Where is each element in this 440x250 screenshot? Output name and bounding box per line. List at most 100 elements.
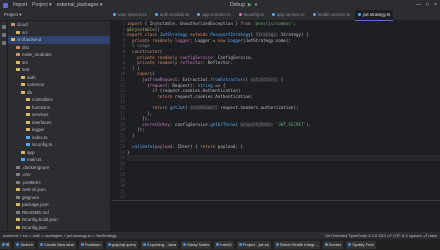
editor-tab[interactable]: user.service.ts [110,10,150,20]
folder-icon [26,120,30,124]
tree-item-label: tsconfig.ts [32,142,53,147]
tree-item[interactable]: common [8,81,110,89]
tree-item[interactable]: src [8,59,110,67]
file-type-icon [197,13,201,16]
taskbar-app[interactable]: Exporting - Java [141,240,179,249]
taskbar-app[interactable]: graphql query [105,240,139,249]
editor-tab[interactable]: health.service.ts [310,10,354,20]
tree-item[interactable]: dist [8,44,110,52]
folder-icon [16,68,20,72]
folder-icon [26,128,30,132]
taskbar-app-label: graphql query [111,241,137,247]
tree-item[interactable]: tsconfig.json [8,224,110,232]
tree-item-label: test [22,67,30,72]
editor-tab[interactable]: tsconfig.ts [236,10,267,20]
bottom-tool-panel [111,200,440,232]
editor-tab[interactable]: auth.module.ts [152,10,193,20]
taskbar-app[interactable]: IntelliJ [214,240,234,249]
taskbar-app-label: Exporting - Java [147,241,177,247]
tree-item-label: index.ts [32,134,48,140]
tree-item[interactable]: src [8,29,110,37]
menu-external-packages[interactable]: external_packages ▾ [57,0,103,10]
project-panel-header[interactable]: Project ▾ [0,10,110,20]
folder-icon [21,75,25,79]
tree-item[interactable]: gitignore [8,194,110,202]
editor-tab[interactable]: app.module.ts [194,10,233,20]
tree-item-label: src [22,59,28,65]
menu-project[interactable]: Project ▾ [32,0,51,10]
tree-item[interactable]: interfaces [8,119,110,127]
minimize-button[interactable]: — [416,0,421,10]
tree-item[interactable]: functions [8,104,110,112]
tree-item[interactable]: test [8,66,110,74]
folder-icon [21,150,25,154]
tree-item-label: interfaces [32,119,52,125]
tree-item[interactable]: .dockerignore [8,164,110,172]
code-editor[interactable]: 1 2 3 4 5 6 7 8 9 10 11 12 13 14 15 16 17 18 19 20 21 22 23 24 2… [111,21,440,200]
tree-item[interactable]: package.json [8,201,110,209]
taskbar-app-label: ⊞ [6,241,10,247]
app-icon [183,242,187,246]
tree-item[interactable]: index.ts [8,134,110,142]
editor-tabs: user.service.ts auth.module.ts app.module.… [110,10,394,21]
app-icon [2,242,5,246]
tree-item-label: dist [22,44,30,50]
taskbar-app[interactable]: Spotify Free [346,240,376,249]
taskbar-app[interactable]: Postman [78,240,103,249]
tree-item[interactable]: tsconfig.build.json [8,216,110,224]
tree-item[interactable]: main.ts [8,156,110,164]
tree-item[interactable]: services [8,111,110,119]
tree-item[interactable]: app [8,149,110,157]
structure-tool-icon[interactable] [1,41,6,45]
tab-label: app.service.ts [276,12,305,17]
tree-item[interactable]: auth [8,74,110,82]
taskbar-app[interactable]: Rebel Health Integr... [274,240,320,249]
folder-icon [26,98,30,102]
taskbar-app[interactable]: Sticky Notes [181,240,212,249]
tree-item[interactable]: controllers [8,96,110,104]
app-icon [348,242,352,246]
tree-item[interactable]: logger [8,126,110,134]
tree-item[interactable]: README.md [8,209,110,217]
tree-item-label: cloud [17,22,28,27]
folder-icon [16,165,20,169]
tree-item[interactable]: nest-cli.json [8,186,110,194]
project-tool-icon[interactable] [1,25,6,29]
tree-item[interactable]: tsconfig.ts [8,141,110,149]
taskbar-app[interactable]: Project - jwt.str [236,240,272,249]
taskbar-app-label: Spotify Free [352,241,374,247]
debug-config-label[interactable]: Debug [230,0,245,10]
taskbar-app[interactable]: Docker [322,240,344,249]
commit-tool-icon[interactable] [1,33,6,37]
tree-item-label: .prettierrc [22,179,42,185]
pause-icon[interactable]: ⏸ [255,0,258,10]
tree-item[interactable]: .env [8,171,110,179]
maximize-button[interactable]: □ [426,0,429,10]
tree-item-label: node_modules [22,52,52,57]
folder-icon [26,113,30,117]
taskbar-app[interactable]: Create New deal [38,240,76,249]
run-icon[interactable]: ▶ [248,0,252,10]
menu-import[interactable]: Import [13,0,27,10]
folder-icon [26,135,30,139]
tree-item[interactable]: cloud [8,21,110,29]
tree-item[interactable]: node_modules [8,51,110,59]
folder-icon [16,60,20,64]
folder-icon [21,158,25,162]
folder-icon [16,53,20,57]
folder-icon [16,225,20,229]
taskbar-app[interactable]: ⊞ [0,240,12,249]
close-button[interactable]: × [434,0,437,10]
os-taskbar: ⊞ Search Create New deal Postman graphql que… [0,239,440,250]
editor-tab[interactable]: jwt.strategy.ts [355,10,394,21]
code-content[interactable]: import { Injectable, UnauthorizedExcepti… [127,21,440,161]
taskbar-app[interactable]: Search [14,240,36,249]
tree-item[interactable]: src/backend [8,36,110,44]
taskbar-app-label: Create New deal [44,241,74,247]
tree-item-label: db [27,89,33,95]
editor-tab[interactable]: app.service.ts [269,10,308,20]
folder-icon [16,45,20,49]
tree-item[interactable]: .prettierrc [8,179,110,187]
tree-item[interactable]: db [8,89,110,97]
folder-icon [16,180,20,184]
